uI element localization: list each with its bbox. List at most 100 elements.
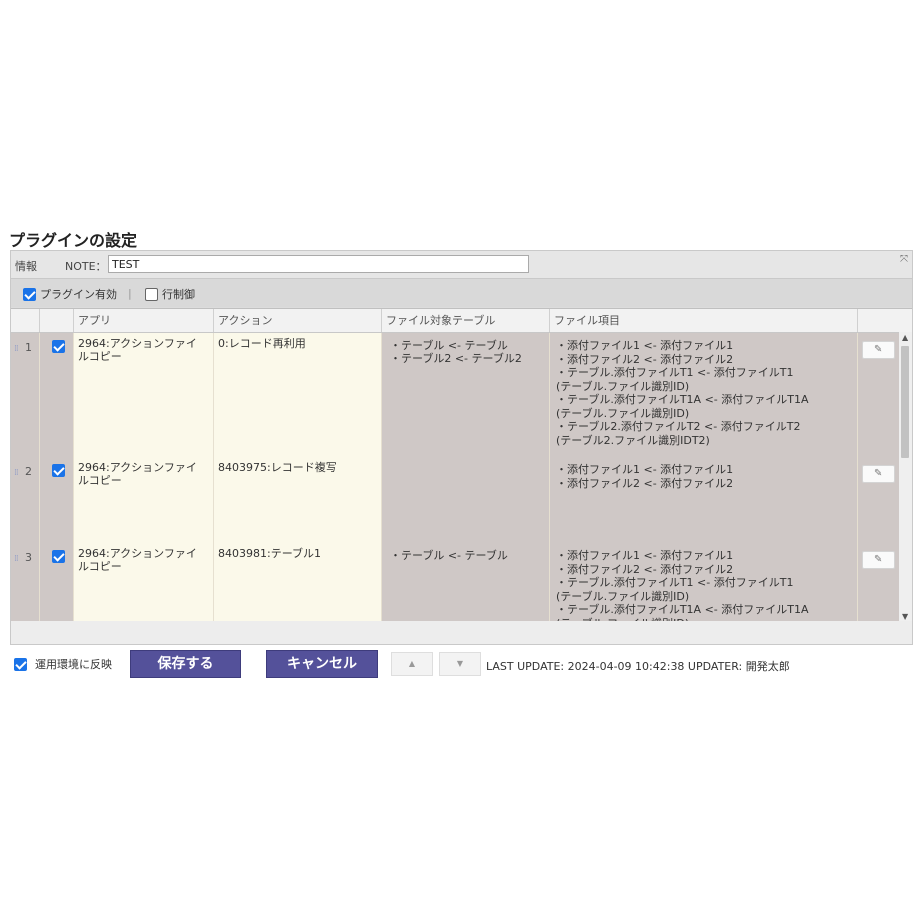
header-app: アプリ bbox=[73, 309, 213, 332]
header-check bbox=[39, 309, 73, 332]
row-number: 1 bbox=[25, 341, 32, 354]
scroll-down-icon[interactable]: ▼ bbox=[902, 612, 908, 621]
file-mapping-text: ・添付ファイル1 <- 添付ファイル1 bbox=[556, 463, 734, 476]
app-cell[interactable]: 2964:アクションファイ ルコピー bbox=[73, 457, 213, 543]
pencil-icon: ✎ bbox=[874, 344, 883, 355]
row-control-option[interactable]: 行制御 bbox=[145, 286, 195, 302]
table-mapping-text: ・テーブル <- テーブル bbox=[390, 549, 508, 562]
action-text: 8403981:テーブル1 bbox=[218, 547, 322, 560]
table-footer bbox=[11, 621, 912, 644]
row-number-cell: ⁞⁞ 3 bbox=[11, 543, 39, 622]
apply-production-option[interactable]: 運用環境に反映 bbox=[14, 656, 112, 672]
files-cell: ・添付ファイル1 <- 添付ファイル1 ・添付ファイル2 <- 添付ファイル2 bbox=[549, 457, 857, 543]
action-cell[interactable]: 0:レコード再利用 bbox=[213, 333, 381, 457]
arrow-up-icon: ▲ bbox=[408, 659, 416, 668]
scroll-up-icon[interactable]: ▲ bbox=[902, 333, 908, 342]
drag-handle-icon[interactable]: ⁞⁞ bbox=[14, 343, 19, 356]
file-mapping-text: ・添付ファイル2 <- 添付ファイル2 bbox=[556, 476, 734, 490]
row-number-cell: ⁞⁞ 2 bbox=[11, 457, 39, 543]
edit-cell: ✎ bbox=[857, 457, 899, 543]
row-enabled-checkbox[interactable] bbox=[52, 463, 65, 477]
plugin-settings-panel: 情報 NOTE： ⤧ プラグイン有効 | 行制御 アプリ アクション ファイル対… bbox=[10, 250, 913, 645]
row-check-cell bbox=[39, 333, 73, 457]
move-up-button[interactable]: ▲ bbox=[391, 652, 433, 676]
table-row: ⁞⁞ 1 2964:アクションファイ ルコピー 0:レコード再利用 ・テーブル <- テー… bbox=[11, 333, 899, 458]
drag-handle-icon[interactable]: ⁞⁞ bbox=[14, 553, 19, 566]
file-mapping-text: (テーブル.ファイル識別ID) bbox=[556, 379, 690, 393]
app-text: 2964:アクションファイ bbox=[78, 547, 197, 560]
pencil-icon: ✎ bbox=[874, 468, 883, 479]
move-down-button[interactable]: ▼ bbox=[439, 652, 481, 676]
app-text: ルコピー bbox=[78, 560, 122, 573]
file-mapping-text: ・テーブル.添付ファイルT1 <- 添付ファイルT1 bbox=[556, 366, 794, 379]
vertical-scrollbar[interactable]: ▲ ▼ bbox=[899, 332, 912, 622]
row-number: 3 bbox=[25, 551, 32, 564]
action-text: 0:レコード再利用 bbox=[218, 337, 306, 350]
table-header: アプリ アクション ファイル対象テーブル ファイル項目 bbox=[11, 309, 912, 333]
file-mapping-text: ・添付ファイル2 <- 添付ファイル2 bbox=[556, 562, 734, 576]
page-title: プラグインの設定 bbox=[9, 231, 138, 250]
scroll-thumb[interactable] bbox=[901, 346, 909, 458]
app-text: 2964:アクションファイ bbox=[78, 337, 197, 350]
note-label: NOTE： bbox=[65, 260, 107, 273]
table-mapping-text: ・テーブル2 <- テーブル2 bbox=[390, 352, 522, 365]
plugin-enabled-option[interactable]: プラグイン有効 bbox=[23, 286, 117, 302]
settings-table: アプリ アクション ファイル対象テーブル ファイル項目 ⁞⁞ 1 2964:アクショ… bbox=[11, 308, 912, 622]
file-mapping-text: ・添付ファイル1 <- 添付ファイル1 bbox=[556, 549, 734, 562]
file-mapping-text: ・テーブル2.添付ファイルT2 <- 添付ファイルT2 bbox=[556, 420, 801, 433]
apply-production-label: 運用環境に反映 bbox=[35, 658, 112, 671]
row-check-cell bbox=[39, 457, 73, 543]
row-enabled-checkbox[interactable] bbox=[52, 549, 65, 563]
edit-button[interactable]: ✎ bbox=[862, 551, 895, 569]
files-cell: ・添付ファイル1 <- 添付ファイル1 ・添付ファイル2 <- 添付ファイル2 ・テ… bbox=[549, 333, 857, 457]
plugin-enabled-label: プラグイン有効 bbox=[40, 288, 117, 301]
files-cell: ・添付ファイル1 <- 添付ファイル1 ・添付ファイル2 <- 添付ファイル2 ・テ… bbox=[549, 543, 857, 622]
table-mapping-text: ・テーブル <- テーブル bbox=[390, 339, 508, 352]
row-number: 2 bbox=[25, 465, 32, 478]
app-cell[interactable]: 2964:アクションファイ ルコピー bbox=[73, 333, 213, 457]
tables-cell bbox=[381, 457, 549, 543]
note-input[interactable] bbox=[108, 255, 529, 273]
edit-button[interactable]: ✎ bbox=[862, 341, 895, 359]
arrow-down-icon: ▼ bbox=[456, 659, 464, 668]
drag-handle-icon[interactable]: ⁞⁞ bbox=[14, 467, 19, 480]
app-text: 2964:アクションファイ bbox=[78, 461, 197, 474]
row-control-checkbox[interactable] bbox=[145, 287, 158, 301]
header-files: ファイル項目 bbox=[549, 309, 857, 332]
tables-cell: ・テーブル <- テーブル ・テーブル2 <- テーブル2 bbox=[381, 333, 549, 457]
file-mapping-text: (テーブル2.ファイル識別IDT2) bbox=[556, 433, 710, 447]
header-edit bbox=[857, 309, 899, 332]
row-enabled-checkbox[interactable] bbox=[52, 339, 65, 353]
edit-cell: ✎ bbox=[857, 543, 899, 622]
row-number-cell: ⁞⁞ 1 bbox=[11, 333, 39, 457]
header-tables: ファイル対象テーブル bbox=[381, 309, 549, 332]
edit-cell: ✎ bbox=[857, 333, 899, 457]
action-cell[interactable]: 8403981:テーブル1 bbox=[213, 543, 381, 622]
option-separator: | bbox=[128, 287, 132, 300]
file-mapping-text: ・テーブル.添付ファイルT1A <- 添付ファイルT1A bbox=[556, 603, 809, 616]
row-control-label: 行制御 bbox=[162, 288, 195, 301]
table-row: ⁞⁞ 2 2964:アクションファイ ルコピー 8403975:レコード複写 ・添付ファイ… bbox=[11, 457, 899, 544]
file-mapping-text: ・添付ファイル2 <- 添付ファイル2 bbox=[556, 352, 734, 366]
options-row: プラグイン有効 | 行制御 bbox=[11, 279, 912, 307]
cancel-button[interactable]: キャンセル bbox=[266, 650, 378, 678]
action-cell[interactable]: 8403975:レコード複写 bbox=[213, 457, 381, 543]
info-label: 情報 bbox=[15, 260, 37, 273]
pencil-icon: ✎ bbox=[874, 554, 883, 565]
app-text: ルコピー bbox=[78, 350, 122, 363]
expand-icon[interactable]: ⤧ bbox=[900, 254, 908, 265]
row-check-cell bbox=[39, 543, 73, 622]
header-num bbox=[11, 309, 39, 332]
header-action: アクション bbox=[213, 309, 381, 332]
edit-button[interactable]: ✎ bbox=[862, 465, 895, 483]
app-text: ルコピー bbox=[78, 474, 122, 487]
tables-cell: ・テーブル <- テーブル bbox=[381, 543, 549, 622]
save-button[interactable]: 保存する bbox=[130, 650, 241, 678]
app-cell[interactable]: 2964:アクションファイ ルコピー bbox=[73, 543, 213, 622]
file-mapping-text: (テーブル.ファイル識別ID) bbox=[556, 589, 690, 603]
table-row: ⁞⁞ 3 2964:アクションファイ ルコピー 8403981:テーブル1 ・テーブル <… bbox=[11, 543, 899, 622]
file-mapping-text: ・テーブル.添付ファイルT1A <- 添付ファイルT1A bbox=[556, 393, 809, 406]
last-update-text: LAST UPDATE: 2024-04-09 10:42:38 UPDATER… bbox=[486, 660, 790, 673]
plugin-enabled-checkbox[interactable] bbox=[23, 287, 36, 301]
apply-production-checkbox[interactable] bbox=[14, 657, 27, 671]
